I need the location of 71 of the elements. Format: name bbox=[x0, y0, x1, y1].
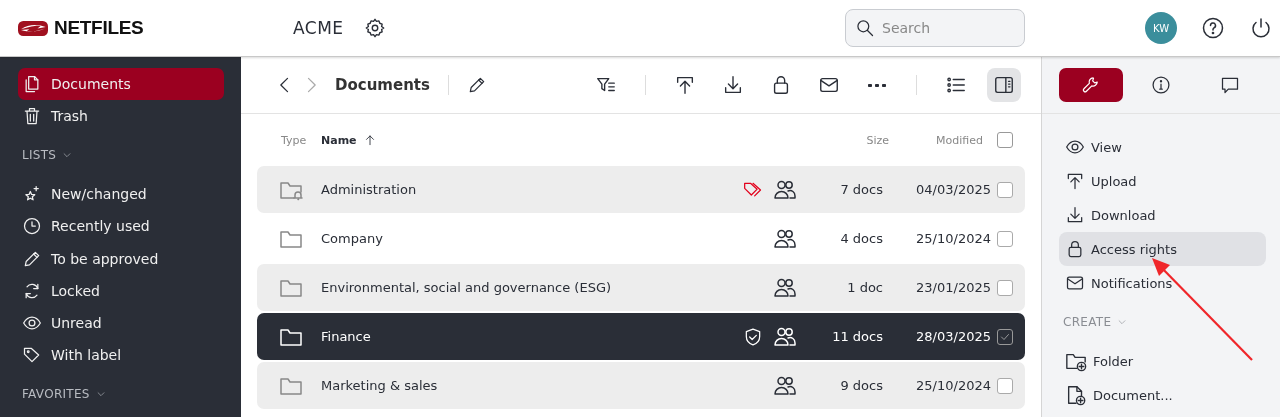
side-panel-icon bbox=[993, 74, 1015, 96]
sidebar-item[interactable]: New/changed bbox=[18, 178, 224, 211]
action-item[interactable]: Download bbox=[1059, 198, 1266, 232]
create-item[interactable]: Document... bbox=[1059, 378, 1266, 412]
action-item[interactable]: Notifications bbox=[1059, 266, 1266, 300]
folder-name: Company bbox=[321, 231, 384, 246]
folder-row[interactable]: Finance 11 docs 28/03/2025 bbox=[257, 313, 1025, 360]
folder-name: Finance bbox=[321, 329, 372, 344]
folder-row[interactable]: Marketing & sales 9 docs 25/10/2024 bbox=[257, 362, 1025, 409]
row-checkbox[interactable] bbox=[997, 328, 1013, 345]
folder-size: 4 docs bbox=[839, 231, 883, 246]
logo-text: NETFILES bbox=[54, 17, 144, 39]
clock-icon bbox=[22, 216, 42, 237]
breadcrumb[interactable]: Documents bbox=[335, 76, 430, 94]
sidebar-item[interactable]: To be approved bbox=[18, 242, 224, 275]
side-panel-button[interactable] bbox=[987, 68, 1021, 102]
download-icon bbox=[722, 74, 744, 96]
folder-size: 7 docs bbox=[839, 182, 883, 197]
sidebar-item[interactable]: Documents bbox=[18, 68, 224, 101]
sidebar-item[interactable]: Recently used bbox=[18, 210, 224, 243]
section-heading[interactable]: FAVORITES bbox=[18, 371, 224, 417]
action-item[interactable]: View bbox=[1059, 130, 1266, 164]
row-checkbox[interactable] bbox=[997, 181, 1013, 198]
settings-icon[interactable] bbox=[363, 17, 386, 39]
modified-date: 28/03/2025 bbox=[915, 329, 991, 344]
folder-name: Environmental, social and governance (ESG) bbox=[321, 280, 613, 295]
panel-tab[interactable] bbox=[1059, 68, 1123, 102]
user-avatar[interactable]: KW bbox=[1145, 12, 1177, 44]
folder-size: 1 doc bbox=[846, 280, 883, 295]
folder-size: 9 docs bbox=[839, 378, 883, 393]
section-heading[interactable]: LISTS bbox=[18, 132, 224, 178]
upload-icon bbox=[674, 74, 696, 96]
modified-date: 25/10/2024 bbox=[915, 231, 991, 246]
sidebar-item[interactable]: With label bbox=[18, 339, 224, 372]
sidebar-item[interactable]: Trash bbox=[18, 100, 224, 133]
row-checkbox[interactable] bbox=[997, 377, 1013, 394]
upload-icon bbox=[1065, 171, 1085, 191]
help-icon[interactable] bbox=[1201, 16, 1225, 40]
row-checkbox[interactable] bbox=[997, 230, 1013, 247]
folder-name: Administration bbox=[321, 182, 418, 197]
logo-icon bbox=[18, 20, 48, 36]
modified-date: 04/03/2025 bbox=[915, 182, 991, 197]
comment-icon bbox=[1220, 75, 1240, 95]
folder-row[interactable]: Company 4 docs 25/10/2024 bbox=[257, 215, 1025, 262]
action-item[interactable]: Upload bbox=[1059, 164, 1266, 198]
row-checkbox[interactable] bbox=[997, 279, 1013, 296]
chevron-down-icon bbox=[1117, 317, 1128, 327]
select-all-checkbox[interactable] bbox=[997, 132, 1013, 148]
action-item[interactable]: Access rights bbox=[1059, 232, 1266, 266]
modified-date: 23/01/2025 bbox=[915, 280, 991, 295]
document-plus-icon bbox=[1065, 384, 1087, 406]
search-field[interactable]: Search bbox=[845, 9, 1025, 47]
folder-row[interactable]: Administration 7 docs 04/03/2025 bbox=[257, 166, 1025, 213]
info-icon bbox=[1150, 75, 1171, 95]
create-item[interactable]: Folder bbox=[1059, 344, 1266, 378]
trash-icon bbox=[22, 106, 42, 127]
folder-size: 11 docs bbox=[831, 329, 883, 344]
column-header[interactable]: Size bbox=[829, 133, 889, 147]
modified-date: 25/10/2024 bbox=[915, 378, 991, 393]
column-header[interactable]: Modified bbox=[895, 133, 983, 147]
sidebar-item[interactable]: Unread bbox=[18, 307, 224, 340]
sidebar-item[interactable]: Locked bbox=[18, 274, 224, 307]
folder-name: Marketing & sales bbox=[321, 378, 439, 393]
column-header[interactable]: Name bbox=[321, 133, 357, 147]
more-icon bbox=[868, 83, 886, 87]
wrench-icon bbox=[1081, 75, 1101, 95]
folder-row[interactable]: Environmental, social and governance (ESG) 1 doc 23/01/2025 bbox=[257, 264, 1025, 311]
power-icon[interactable] bbox=[1249, 16, 1273, 40]
download-icon bbox=[1065, 205, 1085, 225]
workspace-name: ACME bbox=[293, 18, 344, 38]
column-header[interactable]: Type bbox=[281, 133, 315, 147]
